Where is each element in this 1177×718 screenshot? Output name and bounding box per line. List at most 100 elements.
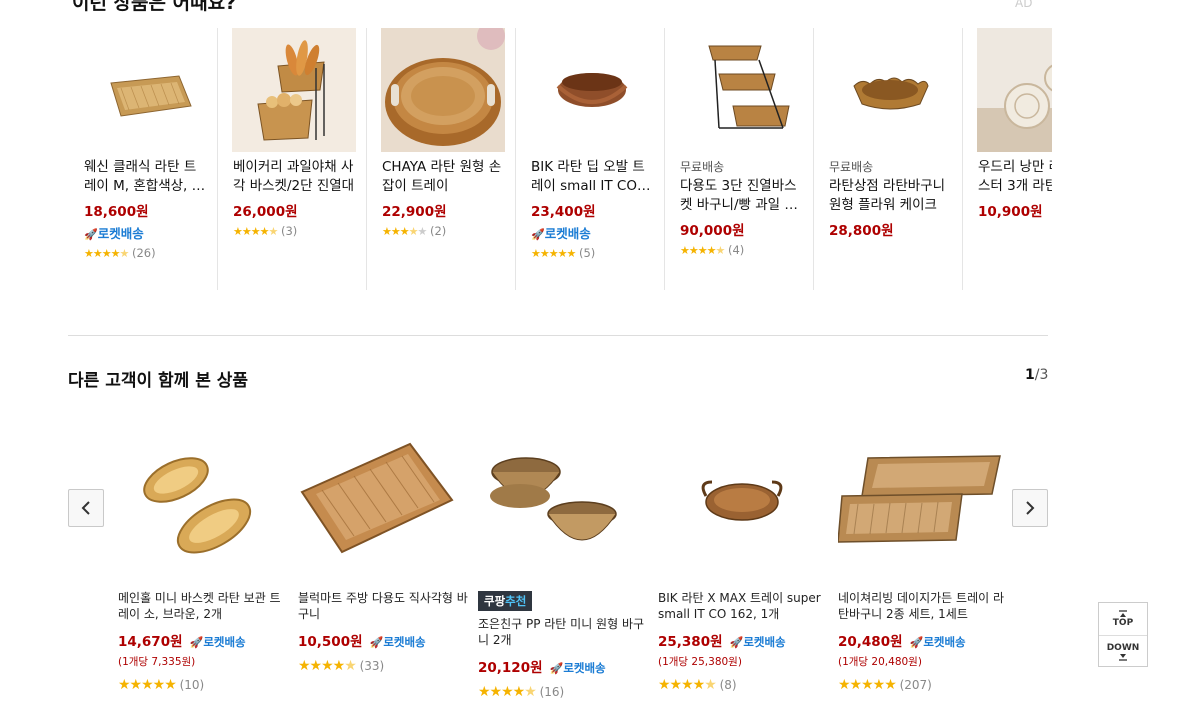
product-card[interactable]: 쿠팡추천 조은친구 PP 라탄 미니 원형 바구니 2개 20,120원 🚀로켓… xyxy=(478,430,648,718)
carousel-next-button[interactable] xyxy=(1012,489,1048,527)
ad-section-title: 이런 상품은 어때요? xyxy=(72,0,237,14)
product-image[interactable] xyxy=(658,430,828,580)
product-image[interactable] xyxy=(298,430,468,580)
product-name[interactable]: BIK 라탄 딥 오발 트레이 small IT CO 160 xyxy=(531,158,655,196)
ad-product-card[interactable]: 베이커리 과일야채 사각 바스켓/2단 진열대 26,000원 ★★★★★ (3… xyxy=(219,28,367,290)
product-image[interactable] xyxy=(232,28,356,152)
rating: ★★★★★ (10) xyxy=(118,677,288,693)
review-count: (26) xyxy=(131,246,156,260)
product-price: 14,670원 xyxy=(118,634,183,650)
scroll-down-button[interactable]: DOWN xyxy=(1099,635,1147,667)
product-price: 23,400원 xyxy=(531,204,596,220)
rocket-icon: 🚀 xyxy=(729,636,744,649)
product-image[interactable] xyxy=(828,28,952,152)
product-image[interactable] xyxy=(478,430,648,580)
product-name[interactable]: 베이커리 과일야채 사각 바스켓/2단 진열대 xyxy=(233,158,357,196)
product-price: 25,380원 xyxy=(658,634,723,650)
unit-price: (1개당 25,380원) xyxy=(658,656,742,668)
section-divider xyxy=(68,335,1048,336)
product-name[interactable]: 웨신 클래식 라탄 트레이 M, 혼합색상, 1개 xyxy=(84,158,208,196)
review-count: (3) xyxy=(280,224,298,238)
product-card[interactable]: 메인홀 미니 바스켓 라탄 보관 트레이 소, 브라운, 2개 14,670원 … xyxy=(118,430,288,718)
review-count: (2) xyxy=(430,224,447,238)
page-indicator: 1/3 xyxy=(1025,367,1049,383)
rocket-delivery-badge: 🚀로켓배송 xyxy=(369,635,426,649)
rocket-icon: 🚀 xyxy=(84,228,98,241)
ad-product-card[interactable]: 우드리 낭만 라탄 코스터 3개 라탄 10,900원 xyxy=(964,28,1052,290)
rating: ★★★★★ (3) xyxy=(233,224,357,238)
section-title: 다른 고객이 함께 본 상품 xyxy=(68,371,249,391)
rocket-delivery-badge: 🚀로켓배송 xyxy=(84,226,144,241)
review-count: (4) xyxy=(727,243,745,257)
rating: ★★★★★ (2) xyxy=(382,224,506,238)
product-price: 20,120원 xyxy=(478,660,543,676)
scroll-top-button[interactable]: TOP xyxy=(1099,603,1147,635)
ad-product-card[interactable]: BIK 라탄 딥 오발 트레이 small IT CO 160 23,400원 … xyxy=(517,28,665,290)
rating: ★★★★★ (26) xyxy=(84,246,208,260)
review-count: (10) xyxy=(179,678,205,692)
arrow-down-icon xyxy=(1119,653,1127,661)
product-image[interactable] xyxy=(679,28,803,152)
product-name[interactable]: BIK 라탄 X MAX 트레이 super small IT CO 162, … xyxy=(658,590,828,622)
product-name[interactable]: 네이쳐리빙 데이지가든 트레이 라탄바구니 2종 세트, 1세트 xyxy=(838,590,1008,622)
product-name[interactable]: 조은친구 PP 라탄 미니 원형 바구니 2개 xyxy=(478,616,648,648)
review-count: (33) xyxy=(359,659,385,673)
chevron-right-icon xyxy=(1026,501,1035,515)
product-price: 18,600원 xyxy=(84,204,149,220)
review-count: (8) xyxy=(719,678,737,692)
product-name[interactable]: 블럭마트 주방 다용도 직사각형 바구니 xyxy=(298,590,468,622)
rating: ★★★★★ (207) xyxy=(838,677,1008,693)
product-card[interactable]: 블럭마트 주방 다용도 직사각형 바구니 10,500원 🚀로켓배송 ★★★★★… xyxy=(298,430,468,718)
product-card[interactable]: BIK 라탄 X MAX 트레이 super small IT CO 162, … xyxy=(658,430,828,718)
rating: ★★★★★ (33) xyxy=(298,658,468,674)
star-rating-icon: ★★★★★ xyxy=(478,684,537,700)
product-name[interactable]: 메인홀 미니 바스켓 라탄 보관 트레이 소, 브라운, 2개 xyxy=(118,590,288,622)
rating: ★★★★★ (4) xyxy=(680,243,804,257)
unit-price: (1개당 7,335원) xyxy=(118,656,196,668)
rating: ★★★★★ (8) xyxy=(658,677,828,693)
carousel-prev-button[interactable] xyxy=(68,489,104,527)
product-image[interactable] xyxy=(838,430,1008,580)
product-image[interactable] xyxy=(381,28,505,152)
product-image[interactable] xyxy=(83,28,207,152)
ad-product-card[interactable]: 무료배송 다용도 3단 진열바스켓 바구니/빵 과일 진열 90,000원 ★★… xyxy=(666,28,814,290)
ad-product-card[interactable]: CHAYA 라탄 원형 손잡이 트레이 22,900원 ★★★★★ (2) xyxy=(368,28,516,290)
product-price: 20,480원 xyxy=(838,634,903,650)
product-name[interactable]: 다용도 3단 진열바스켓 바구니/빵 과일 진열 xyxy=(680,177,804,215)
rocket-delivery-badge: 🚀로켓배송 xyxy=(729,635,786,649)
star-rating-icon: ★★★★★ xyxy=(118,677,177,693)
chevron-left-icon xyxy=(81,501,90,515)
ad-product-card[interactable]: 무료배송 라탄상점 라탄바구니 원형 플라워 케이크 28,800원 xyxy=(815,28,963,290)
coupang-recommend-badge: 쿠팡추천 xyxy=(478,591,533,611)
rocket-delivery-badge: 🚀로켓배송 xyxy=(909,635,966,649)
product-price: 10,500원 xyxy=(298,634,363,650)
rocket-delivery-badge: 🚀로켓배송 xyxy=(189,635,246,649)
product-image[interactable] xyxy=(530,28,654,152)
rocket-icon: 🚀 xyxy=(531,228,545,241)
rating: ★★★★★ (16) xyxy=(478,684,648,700)
star-rating-icon: ★★★★★ xyxy=(382,225,427,238)
star-rating-icon: ★★★★★ xyxy=(838,677,897,693)
ad-label: AD xyxy=(1015,0,1033,10)
product-name[interactable]: CHAYA 라탄 원형 손잡이 트레이 xyxy=(382,158,506,196)
star-rating-icon: ★★★★★ xyxy=(680,244,725,257)
free-shipping-label: 무료배송 xyxy=(829,160,874,174)
review-count: (5) xyxy=(578,246,596,260)
ad-product-card[interactable]: 웨신 클래식 라탄 트레이 M, 혼합색상, 1개 18,600원 🚀로켓배송 … xyxy=(70,28,218,290)
product-price: 10,900원 xyxy=(978,204,1043,220)
product-card[interactable]: 네이쳐리빙 데이지가든 트레이 라탄바구니 2종 세트, 1세트 20,480원… xyxy=(838,430,1008,718)
product-price: 26,000원 xyxy=(233,204,298,220)
review-count: (207) xyxy=(899,678,932,692)
rocket-delivery-badge: 🚀로켓배송 xyxy=(531,226,591,241)
review-count: (16) xyxy=(539,685,565,699)
rocket-icon: 🚀 xyxy=(909,636,924,649)
rocket-icon: 🚀 xyxy=(549,662,564,675)
product-name[interactable]: 라탄상점 라탄바구니 원형 플라워 케이크 xyxy=(829,177,953,215)
ad-product-strip: 웨신 클래식 라탄 트레이 M, 혼합색상, 1개 18,600원 🚀로켓배송 … xyxy=(70,28,1052,290)
product-price: 90,000원 xyxy=(680,223,745,239)
star-rating-icon: ★★★★★ xyxy=(658,677,717,693)
arrow-up-icon xyxy=(1119,610,1127,617)
product-name[interactable]: 우드리 낭만 라탄 코스터 3개 라탄 xyxy=(978,158,1052,196)
product-image[interactable] xyxy=(118,430,288,580)
product-image[interactable] xyxy=(977,28,1052,152)
